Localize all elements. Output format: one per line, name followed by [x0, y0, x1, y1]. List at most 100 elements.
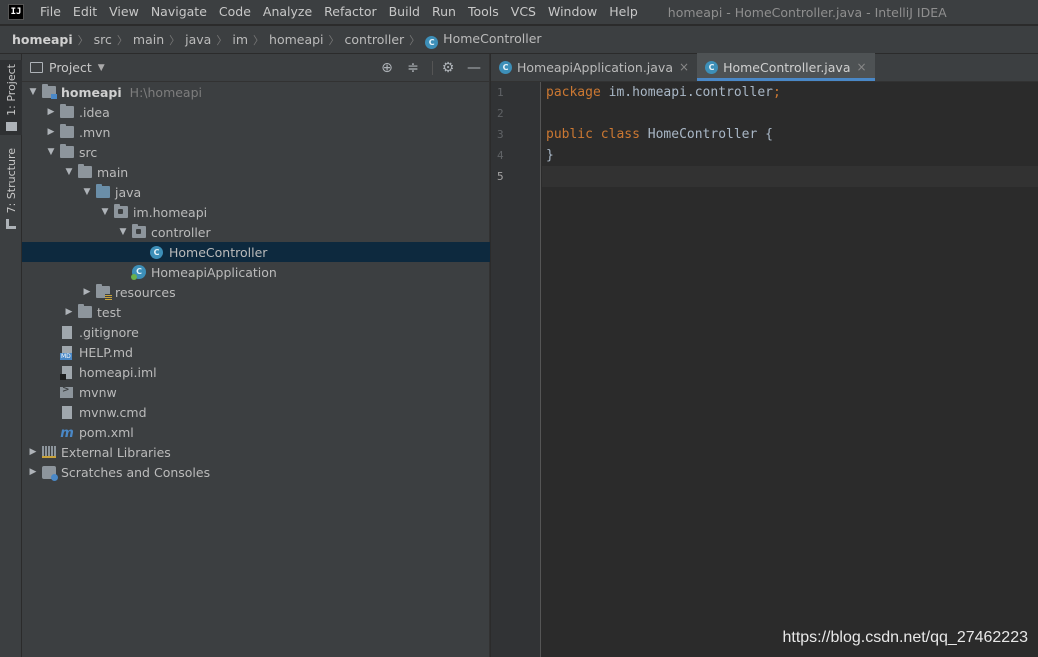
code-token: public — [546, 127, 593, 142]
editor-tab[interactable]: C HomeapiApplication.java × — [491, 53, 697, 81]
package-icon — [132, 224, 146, 238]
structure-tool-button[interactable]: 7: Structure — [0, 148, 22, 230]
left-tool-stripe: 1: Project 7: Structure — [0, 54, 22, 657]
menu-code[interactable]: Code — [213, 0, 257, 24]
menu-view[interactable]: View — [103, 0, 145, 24]
minimize-icon[interactable]: — — [463, 57, 485, 79]
menu-run[interactable]: Run — [426, 0, 462, 24]
markdown-icon — [60, 345, 72, 360]
code-line[interactable] — [542, 166, 1038, 187]
menu-file[interactable]: File — [34, 0, 67, 24]
gear-icon[interactable]: ⚙ — [437, 57, 459, 79]
tree-node[interactable]: ▶CHomeapiApplication — [22, 262, 490, 282]
script-icon — [60, 385, 73, 398]
close-icon[interactable]: × — [679, 60, 689, 74]
tree-node[interactable]: ▶ resources — [22, 282, 490, 302]
breadcrumb-item[interactable]: im — [232, 32, 248, 47]
expand-arrow-right-icon[interactable]: ▶ — [80, 287, 94, 297]
tree-node-label: java — [115, 184, 142, 200]
tree-node[interactable]: ▼ homeapi H:\homeapi — [22, 82, 490, 102]
expand-arrow-down-icon[interactable]: ▼ — [116, 227, 130, 237]
tree-node[interactable]: ▶CHomeController — [22, 242, 490, 262]
breadcrumb-item[interactable]: homeapi — [12, 32, 73, 47]
tree-node[interactable]: ▶ External Libraries — [22, 442, 490, 462]
tree-node-label: main — [97, 164, 129, 180]
expand-arrow-right-icon[interactable]: ▶ — [26, 447, 40, 457]
menu-tools[interactable]: Tools — [462, 0, 505, 24]
tree-node[interactable]: ▼ java — [22, 182, 490, 202]
expand-arrow-down-icon[interactable]: ▼ — [62, 167, 76, 177]
tree-node[interactable]: ▶.gitignore — [22, 322, 490, 342]
code-line[interactable]: public class HomeController { — [542, 124, 1038, 145]
breadcrumb-item[interactable]: C HomeController — [425, 31, 542, 49]
expand-arrow-right-icon[interactable]: ▶ — [44, 107, 58, 117]
menu-items: File Edit View Navigate Code Analyze Refactor B… — [34, 0, 644, 24]
tree-node-label: .idea — [79, 104, 110, 120]
tree-node[interactable]: ▶ Scratches and Consoles — [22, 462, 490, 482]
expand-arrow-right-icon[interactable]: ▶ — [62, 307, 76, 317]
tree-node[interactable]: ▶mvnw.cmd — [22, 402, 490, 422]
project-view-icon — [30, 62, 43, 73]
breadcrumb-item[interactable]: homeapi — [269, 32, 324, 47]
code-token: package — [546, 85, 601, 100]
expand-arrow-right-icon[interactable]: ▶ — [26, 467, 40, 477]
code-line[interactable] — [542, 103, 1038, 124]
editor-tab[interactable]: C HomeController.java × — [697, 53, 876, 81]
breadcrumb-item[interactable]: main — [133, 32, 164, 47]
project-panel-title[interactable]: Project — [49, 60, 92, 75]
chevron-right-icon: 〉 — [253, 33, 265, 47]
code-line[interactable]: package im.homeapi.controller; — [542, 82, 1038, 103]
close-icon[interactable]: × — [856, 60, 866, 74]
tree-node[interactable]: ▶ .mvn — [22, 122, 490, 142]
collapse-all-icon[interactable]: ≑ — [402, 57, 424, 79]
tree-node[interactable]: ▶homeapi.iml — [22, 362, 490, 382]
menu-build[interactable]: Build — [383, 0, 426, 24]
breadcrumb-item[interactable]: src — [94, 32, 112, 47]
project-tool-button[interactable]: 1: Project — [0, 60, 22, 135]
breadcrumb-item[interactable]: java — [185, 32, 211, 47]
tree-node[interactable]: ▼ src — [22, 142, 490, 162]
code-line[interactable]: } — [542, 145, 1038, 166]
project-panel: Project ▼ ⊕ ≑ ⚙ — ▼ homeapi H:\homeapi ▶ .id… — [22, 54, 490, 657]
line-number: 3 — [497, 128, 504, 141]
tree-node[interactable]: ▶mpom.xml — [22, 422, 490, 442]
breadcrumb-label: java — [185, 32, 212, 47]
tree-node[interactable]: ▶ .idea — [22, 102, 490, 122]
expand-arrow-down-icon[interactable]: ▼ — [44, 147, 58, 157]
expand-arrow-down-icon[interactable]: ▼ — [80, 187, 94, 197]
window-title: homeapi - HomeController.java - IntelliJ… — [667, 4, 947, 20]
tree-node[interactable]: ▼ im.homeapi — [22, 202, 490, 222]
tree-node[interactable]: ▼ main — [22, 162, 490, 182]
breadcrumb-label: im — [232, 32, 249, 47]
menu-edit[interactable]: Edit — [67, 0, 103, 24]
structure-tool-label: 7: Structure — [4, 148, 18, 214]
breadcrumb-item[interactable]: controller — [345, 32, 405, 47]
expand-arrow-down-icon[interactable]: ▼ — [98, 207, 112, 217]
scratches-icon — [42, 465, 58, 481]
menu-window[interactable]: Window — [542, 0, 603, 24]
tree-node-label: resources — [115, 284, 176, 300]
editor-tab-label: HomeapiApplication.java — [517, 59, 673, 75]
breadcrumb-label: homeapi — [12, 32, 73, 47]
menu-help[interactable]: Help — [603, 0, 644, 24]
expand-arrow-down-icon[interactable]: ▼ — [26, 87, 40, 97]
breadcrumb-label: controller — [344, 32, 405, 47]
tree-node[interactable]: ▼ controller — [22, 222, 490, 242]
line-number: 4 — [497, 149, 504, 162]
project-tool-label: 1: Project — [4, 64, 18, 116]
locate-icon[interactable]: ⊕ — [376, 57, 398, 79]
menu-analyze[interactable]: Analyze — [257, 0, 318, 24]
tree-node-label: src — [79, 144, 98, 160]
chevron-down-icon[interactable]: ▼ — [98, 63, 105, 73]
tree-node-label: Scratches and Consoles — [61, 464, 211, 480]
folder-icon — [60, 124, 74, 138]
menu-refactor[interactable]: Refactor — [318, 0, 382, 24]
menu-vcs[interactable]: VCS — [505, 0, 542, 24]
breadcrumb-label: main — [132, 32, 165, 47]
code-area[interactable]: package im.homeapi.controller; public cla… — [542, 82, 1038, 187]
tree-node[interactable]: ▶mvnw — [22, 382, 490, 402]
expand-arrow-right-icon[interactable]: ▶ — [44, 127, 58, 137]
tree-node[interactable]: ▶HELP.md — [22, 342, 490, 362]
menu-navigate[interactable]: Navigate — [145, 0, 213, 24]
tree-node[interactable]: ▶ test — [22, 302, 490, 322]
